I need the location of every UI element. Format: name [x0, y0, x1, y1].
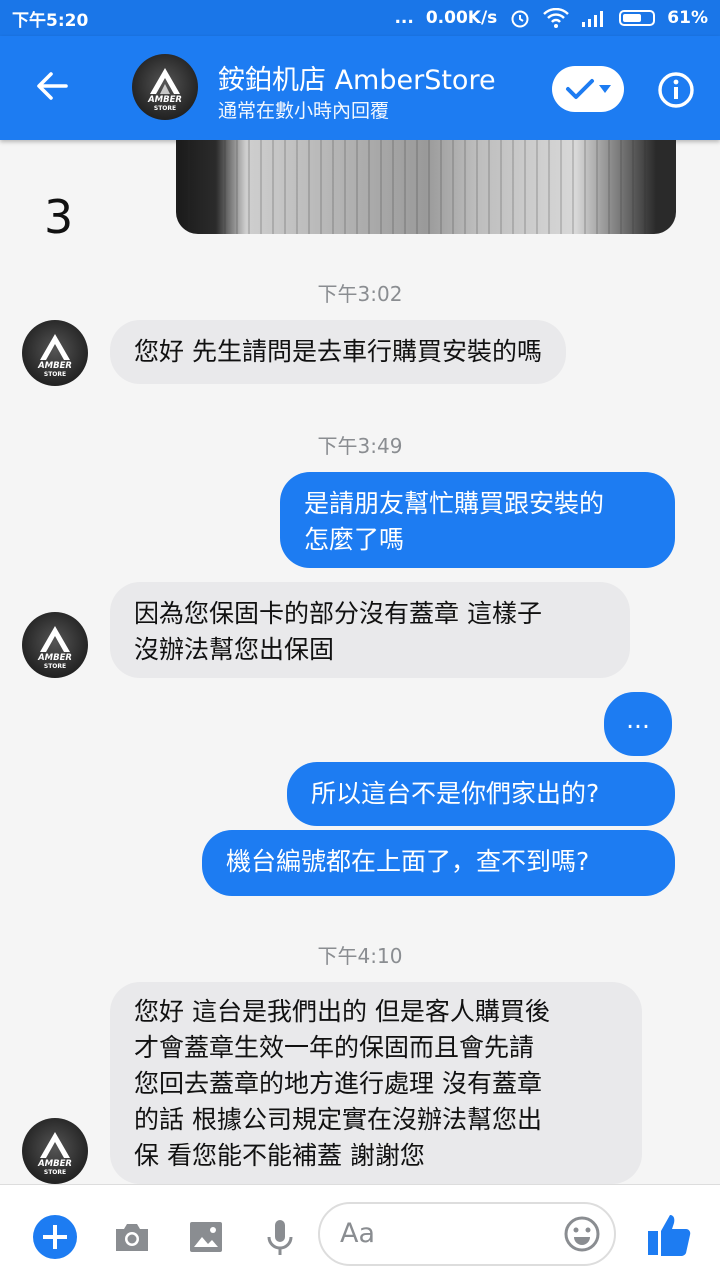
- message-outgoing[interactable]: 機台編號都在上面了，查不到嗎?: [202, 830, 675, 896]
- alarm-icon: [511, 10, 529, 28]
- network-speed: 0.00K/s: [425, 8, 498, 28]
- wifi-icon: [543, 8, 570, 28]
- conversation-header: AMBER STORE 銨鉑机店 AmberStore 通常在數小時內回覆: [0, 36, 720, 140]
- back-arrow-icon[interactable]: [32, 66, 72, 106]
- status-bar: 下午5:20 ... 0.00K/s 61%: [0, 0, 720, 36]
- response-time-note: 通常在數小時內回覆: [218, 100, 390, 122]
- timestamp: 下午4:10: [317, 944, 403, 968]
- message-incoming[interactable]: 因為您保固卡的部分沒有蓋章 這樣子 沒辦法幫您出保固: [110, 582, 630, 678]
- sender-avatar[interactable]: AMBER STORE: [22, 320, 88, 386]
- contact-avatar[interactable]: AMBER STORE: [132, 54, 198, 120]
- mark-done-button[interactable]: [552, 66, 624, 112]
- camera-icon[interactable]: [110, 1215, 154, 1259]
- battery-percent: 61%: [667, 8, 708, 28]
- svg-text:AMBER: AMBER: [37, 653, 72, 663]
- sender-avatar[interactable]: AMBER STORE: [22, 1118, 88, 1184]
- svg-text:AMBER: AMBER: [147, 95, 182, 105]
- message-input-placeholder: Aa: [340, 1218, 376, 1249]
- svg-text:STORE: STORE: [154, 105, 176, 112]
- message-outgoing[interactable]: ...: [604, 692, 672, 756]
- thumbs-up-icon[interactable]: [646, 1211, 692, 1259]
- message-composer: Aa: [0, 1184, 720, 1281]
- svg-text:AMBER: AMBER: [37, 361, 72, 371]
- battery-icon: [619, 10, 656, 26]
- message-outgoing[interactable]: 是請朋友幫忙購買跟安裝的 怎麼了嗎: [280, 472, 675, 568]
- page-marker: 3: [44, 190, 74, 244]
- message-input[interactable]: Aa: [318, 1202, 616, 1266]
- status-time: 下午5:20: [12, 10, 89, 31]
- status-dots: ...: [394, 8, 414, 28]
- emoji-icon[interactable]: [562, 1214, 602, 1254]
- timestamp: 下午3:02: [317, 282, 403, 306]
- gallery-icon[interactable]: [184, 1215, 228, 1259]
- microphone-icon[interactable]: [258, 1215, 302, 1259]
- chevron-down-icon: [599, 85, 611, 93]
- message-outgoing[interactable]: 所以這台不是你們家出的?: [287, 762, 675, 826]
- signal-icon: [582, 11, 604, 27]
- sender-avatar[interactable]: AMBER STORE: [22, 612, 88, 678]
- info-icon[interactable]: [656, 70, 696, 110]
- timestamp: 下午3:49: [317, 434, 403, 458]
- svg-text:STORE: STORE: [44, 1169, 66, 1176]
- checkmark-icon: [566, 79, 594, 99]
- message-incoming[interactable]: 您好 先生請問是去車行購買安裝的嗎: [110, 320, 566, 384]
- svg-text:STORE: STORE: [44, 371, 66, 378]
- contact-name: 銨鉑机店 AmberStore: [218, 65, 496, 96]
- message-incoming[interactable]: 您好 這台是我們出的 但是客人購買後 才會蓋章生效一年的保固而且會先請 您回去蓋…: [110, 982, 642, 1184]
- svg-text:AMBER: AMBER: [37, 1159, 72, 1169]
- svg-text:STORE: STORE: [44, 663, 66, 670]
- shared-photo[interactable]: [176, 140, 676, 234]
- add-icon[interactable]: [33, 1215, 77, 1259]
